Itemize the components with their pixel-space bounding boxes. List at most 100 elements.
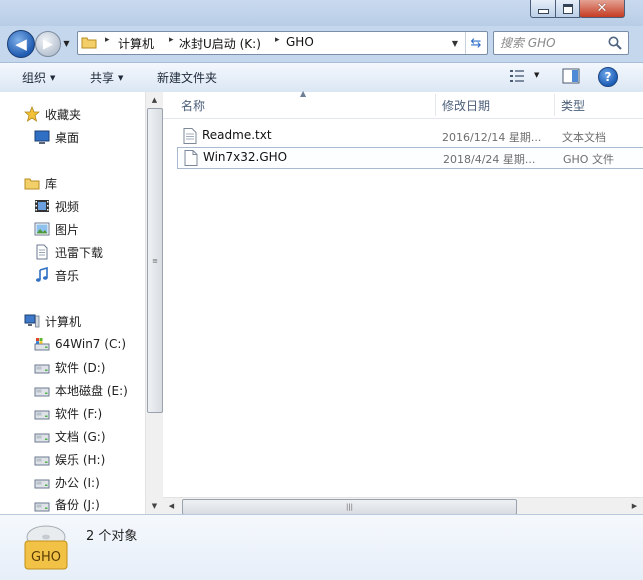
maximize-button[interactable]: [555, 0, 580, 18]
picture-icon: [34, 222, 50, 236]
forward-button[interactable]: ▶: [35, 31, 61, 57]
nav-label: 软件 (F:): [55, 406, 103, 421]
folder-icon: [81, 37, 97, 49]
breadcrumb-separator[interactable]: ▸: [169, 35, 174, 45]
file-list-horizontal-scrollbar[interactable]: ◀ ||| ▶: [163, 497, 643, 515]
file-list-pane: ▲ 名称 修改日期 类型 Readme.txt 2016/12/14 星期...…: [163, 89, 643, 515]
breadcrumb-separator[interactable]: ▸: [105, 35, 110, 45]
nav-pane-scrollbar[interactable]: ▲ ≡ ▼: [145, 92, 163, 514]
close-icon: ✕: [596, 1, 608, 16]
organize-label: 组织: [22, 71, 47, 85]
nav-label: 64Win7 (C:): [55, 337, 127, 351]
view-options-icon[interactable]: [509, 69, 525, 83]
chevron-down-icon: ▼: [151, 502, 158, 510]
nav-label: 文档 (G:): [55, 429, 106, 444]
refresh-icon: ⇆: [470, 35, 482, 51]
minimize-button[interactable]: [530, 0, 556, 18]
file-row[interactable]: Readme.txt 2016/12/14 星期... 文本文档: [177, 126, 643, 146]
help-button[interactable]: ?: [598, 67, 618, 87]
share-button[interactable]: 共享 ▼: [90, 69, 123, 86]
column-label: 名称: [181, 98, 206, 113]
drive-icon: [34, 364, 50, 374]
column-header-row: ▲ 名称 修改日期 类型: [163, 89, 643, 119]
nav-label: 计算机: [45, 314, 82, 329]
drive-icon: [34, 410, 50, 420]
file-date: 2016/12/14 星期...: [442, 131, 542, 144]
document-icon: [36, 244, 48, 260]
nav-label: 视频: [55, 199, 80, 214]
nav-label: 备份 (J:): [55, 498, 100, 512]
grip-icon: |||: [345, 503, 354, 511]
drive-icon: [34, 502, 50, 511]
preview-pane-icon[interactable]: [562, 68, 580, 84]
grip-icon: ≡: [152, 256, 158, 265]
recent-pages-dropdown[interactable]: ▼: [61, 36, 72, 50]
organize-button[interactable]: 组织 ▼: [22, 69, 55, 86]
nav-label: 迅雷下载: [55, 245, 104, 260]
drive-icon: [34, 479, 50, 489]
search-box[interactable]: [493, 31, 629, 55]
file-icon: [184, 150, 198, 166]
maximize-icon: [562, 3, 573, 14]
scroll-right-button[interactable]: ▶: [626, 498, 643, 514]
scroll-left-button[interactable]: ◀: [163, 498, 180, 514]
chevron-down-icon: ▼: [118, 74, 124, 82]
desktop-icon: [34, 130, 50, 144]
nav-label: 图片: [55, 222, 80, 237]
column-label: 类型: [561, 98, 586, 113]
forward-arrow-icon: ▶: [43, 36, 53, 52]
nav-label: 桌面: [55, 130, 80, 145]
column-header-type[interactable]: 类型: [561, 92, 641, 118]
close-button[interactable]: ✕: [579, 0, 625, 18]
drive-icon: [34, 433, 50, 443]
column-header-name[interactable]: 名称: [181, 92, 435, 118]
nav-computer[interactable]: 计算机: [0, 311, 169, 331]
nav-favorites[interactable]: 收藏夹: [0, 104, 169, 124]
item-count-text: 2 个对象: [86, 529, 138, 544]
nav-label: 收藏夹: [45, 107, 82, 122]
nav-label: 本地磁盘 (E:): [55, 383, 128, 398]
refresh-button[interactable]: ⇆: [465, 32, 486, 54]
gho-file-icon: GHO: [24, 525, 68, 570]
column-divider[interactable]: [435, 94, 436, 116]
scrollbar-thumb[interactable]: ≡: [147, 108, 163, 413]
drive-icon: [34, 456, 50, 466]
column-header-date-modified[interactable]: 修改日期: [442, 92, 554, 118]
address-history-dropdown[interactable]: ▼: [447, 32, 463, 54]
details-pane: GHO 2 个对象: [0, 514, 643, 580]
command-bar: 组织 ▼ 共享 ▼ 新建文件夹 ▼ ?: [0, 62, 643, 93]
music-icon: [36, 267, 48, 282]
share-label: 共享: [90, 71, 115, 85]
star-icon: [24, 106, 40, 122]
chevron-down-icon: ▼: [451, 38, 459, 48]
breadcrumb-computer[interactable]: 计算机: [118, 35, 154, 52]
navigation-pane: 收藏夹 桌面 库 视频 图片 迅雷下载 音乐 计算机 64Win7 (C:) 软…: [0, 92, 145, 514]
scrollbar-thumb[interactable]: |||: [182, 499, 517, 515]
video-icon: [35, 200, 49, 212]
nav-label: 库: [45, 176, 58, 191]
search-input[interactable]: [500, 35, 604, 51]
column-label: 修改日期: [442, 98, 491, 113]
search-icon[interactable]: [607, 35, 623, 51]
breadcrumb-drive[interactable]: 冰封U启动 (K:): [179, 35, 261, 52]
nav-label: 软件 (D:): [55, 360, 106, 375]
nav-label: 娱乐 (H:): [55, 452, 106, 467]
nav-libraries[interactable]: 库: [0, 173, 169, 193]
address-bar[interactable]: ▸ 计算机 ▸ 冰封U启动 (K:) ▸ GHO ▼ ⇆: [77, 31, 488, 55]
new-folder-button[interactable]: 新建文件夹: [157, 69, 217, 86]
breadcrumb-current-folder[interactable]: GHO: [286, 35, 314, 49]
scroll-up-button[interactable]: ▲: [146, 92, 163, 108]
chevron-right-icon: ▶: [631, 502, 638, 510]
back-arrow-icon: ◀: [15, 35, 27, 53]
breadcrumb-separator[interactable]: ▸: [275, 35, 280, 45]
back-button[interactable]: ◀: [7, 30, 35, 58]
chevron-down-icon: ▼: [534, 71, 540, 79]
scroll-down-button[interactable]: ▼: [146, 498, 163, 514]
file-type: 文本文档: [562, 131, 606, 144]
file-type: GHO 文件: [563, 153, 614, 166]
text-file-icon: [183, 128, 197, 144]
view-dropdown[interactable]: ▼: [534, 71, 539, 79]
chevron-down-icon: ▼: [63, 38, 70, 48]
column-divider[interactable]: [554, 94, 555, 116]
file-row-selected[interactable]: Win7x32.GHO 2018/4/24 星期... GHO 文件: [177, 147, 643, 169]
